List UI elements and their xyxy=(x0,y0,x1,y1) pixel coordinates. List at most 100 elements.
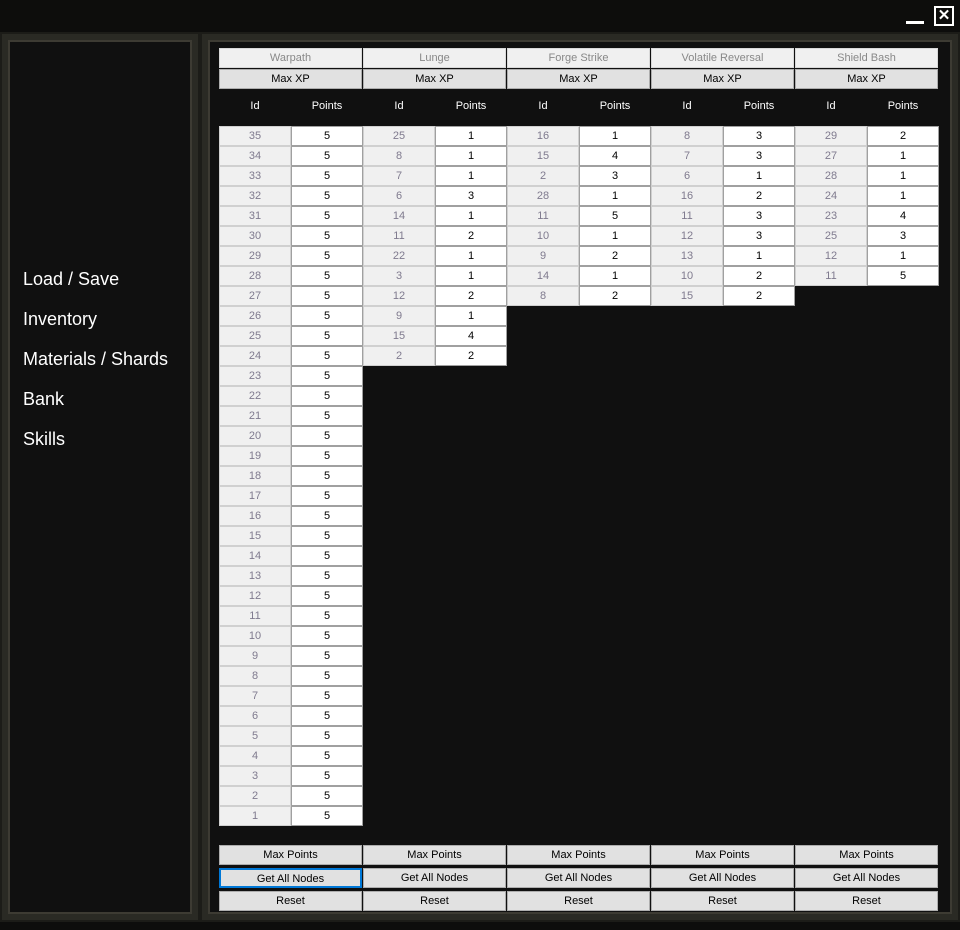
node-points-input[interactable]: 4 xyxy=(579,146,651,166)
node-points-input[interactable]: 5 xyxy=(291,566,363,586)
reset-button[interactable]: Reset xyxy=(219,891,362,911)
node-points-input[interactable]: 1 xyxy=(435,206,507,226)
node-points-input[interactable]: 2 xyxy=(435,346,507,366)
node-points-input[interactable]: 5 xyxy=(291,306,363,326)
node-points-input[interactable]: 1 xyxy=(435,246,507,266)
node-points-input[interactable]: 5 xyxy=(291,406,363,426)
node-points-input[interactable]: 5 xyxy=(291,486,363,506)
node-points-input[interactable]: 1 xyxy=(435,166,507,186)
node-points-input[interactable]: 5 xyxy=(291,186,363,206)
max-xp-button[interactable]: Max XP xyxy=(651,69,794,89)
node-points-input[interactable]: 5 xyxy=(291,546,363,566)
node-points-input[interactable]: 5 xyxy=(291,466,363,486)
reset-button[interactable]: Reset xyxy=(795,891,938,911)
node-points-input[interactable]: 5 xyxy=(291,426,363,446)
node-points-input[interactable]: 1 xyxy=(435,126,507,146)
nav-bank[interactable]: Bank xyxy=(23,389,64,410)
node-points-input[interactable]: 1 xyxy=(867,146,939,166)
node-points-input[interactable]: 5 xyxy=(291,526,363,546)
node-points-input[interactable]: 5 xyxy=(291,346,363,366)
node-points-input[interactable]: 4 xyxy=(435,326,507,346)
node-points-input[interactable]: 1 xyxy=(867,246,939,266)
reset-button[interactable]: Reset xyxy=(651,891,794,911)
node-points-input[interactable]: 1 xyxy=(435,146,507,166)
node-points-input[interactable]: 3 xyxy=(435,186,507,206)
max-points-button[interactable]: Max Points xyxy=(219,845,362,865)
node-points-input[interactable]: 2 xyxy=(579,246,651,266)
node-points-input[interactable]: 5 xyxy=(867,266,939,286)
nav-load-save[interactable]: Load / Save xyxy=(23,269,119,290)
node-points-input[interactable]: 5 xyxy=(291,666,363,686)
node-points-input[interactable]: 5 xyxy=(291,126,363,146)
nav-skills[interactable]: Skills xyxy=(23,429,65,450)
node-points-input[interactable]: 5 xyxy=(291,686,363,706)
node-points-input[interactable]: 3 xyxy=(867,226,939,246)
node-points-input[interactable]: 5 xyxy=(291,446,363,466)
node-points-input[interactable]: 5 xyxy=(291,206,363,226)
max-xp-button[interactable]: Max XP xyxy=(219,69,362,89)
max-xp-button[interactable]: Max XP xyxy=(795,69,938,89)
node-points-input[interactable]: 5 xyxy=(291,286,363,306)
get-all-nodes-button[interactable]: Get All Nodes xyxy=(363,868,506,888)
nav-inventory[interactable]: Inventory xyxy=(23,309,97,330)
node-points-input[interactable]: 3 xyxy=(723,126,795,146)
node-points-input[interactable]: 5 xyxy=(291,766,363,786)
node-points-input[interactable]: 2 xyxy=(867,126,939,146)
max-xp-button[interactable]: Max XP xyxy=(363,69,506,89)
max-points-button[interactable]: Max Points xyxy=(363,845,506,865)
node-points-input[interactable]: 5 xyxy=(291,266,363,286)
get-all-nodes-button[interactable]: Get All Nodes xyxy=(795,868,938,888)
node-points-input[interactable]: 4 xyxy=(867,206,939,226)
node-points-input[interactable]: 1 xyxy=(579,126,651,146)
reset-button[interactable]: Reset xyxy=(363,891,506,911)
node-points-input[interactable]: 1 xyxy=(435,306,507,326)
max-points-button[interactable]: Max Points xyxy=(795,845,938,865)
node-points-input[interactable]: 5 xyxy=(291,646,363,666)
node-points-input[interactable]: 2 xyxy=(435,286,507,306)
node-points-input[interactable]: 5 xyxy=(291,806,363,826)
close-button[interactable]: ✕ xyxy=(934,6,954,26)
node-points-input[interactable]: 2 xyxy=(579,286,651,306)
max-points-button[interactable]: Max Points xyxy=(507,845,650,865)
node-points-input[interactable]: 1 xyxy=(579,186,651,206)
node-points-input[interactable]: 5 xyxy=(291,746,363,766)
node-points-input[interactable]: 5 xyxy=(291,366,363,386)
node-points-input[interactable]: 2 xyxy=(723,186,795,206)
node-points-input[interactable]: 5 xyxy=(291,506,363,526)
node-points-input[interactable]: 3 xyxy=(723,146,795,166)
node-points-input[interactable]: 5 xyxy=(291,606,363,626)
node-points-input[interactable]: 1 xyxy=(723,246,795,266)
node-points-input[interactable]: 5 xyxy=(579,206,651,226)
node-points-input[interactable]: 5 xyxy=(291,386,363,406)
node-points-input[interactable]: 1 xyxy=(867,186,939,206)
node-points-input[interactable]: 5 xyxy=(291,726,363,746)
node-points-input[interactable]: 3 xyxy=(579,166,651,186)
node-points-input[interactable]: 5 xyxy=(291,706,363,726)
node-points-input[interactable]: 3 xyxy=(723,226,795,246)
node-points-input[interactable]: 1 xyxy=(579,266,651,286)
node-points-input[interactable]: 3 xyxy=(723,206,795,226)
node-points-input[interactable]: 1 xyxy=(435,266,507,286)
node-points-input[interactable]: 5 xyxy=(291,166,363,186)
node-points-input[interactable]: 5 xyxy=(291,326,363,346)
node-points-input[interactable]: 5 xyxy=(291,586,363,606)
node-points-input[interactable]: 1 xyxy=(579,226,651,246)
node-points-input[interactable]: 2 xyxy=(435,226,507,246)
minimize-button[interactable] xyxy=(904,8,926,24)
node-points-input[interactable]: 5 xyxy=(291,146,363,166)
node-points-input[interactable]: 5 xyxy=(291,786,363,806)
nav-materials-shards[interactable]: Materials / Shards xyxy=(23,349,168,370)
node-points-input[interactable]: 5 xyxy=(291,226,363,246)
node-points-input[interactable]: 1 xyxy=(867,166,939,186)
get-all-nodes-button[interactable]: Get All Nodes xyxy=(219,868,362,888)
max-xp-button[interactable]: Max XP xyxy=(507,69,650,89)
node-points-input[interactable]: 2 xyxy=(723,286,795,306)
node-points-input[interactable]: 1 xyxy=(723,166,795,186)
node-points-input[interactable]: 5 xyxy=(291,626,363,646)
node-points-input[interactable]: 2 xyxy=(723,266,795,286)
get-all-nodes-button[interactable]: Get All Nodes xyxy=(507,868,650,888)
get-all-nodes-button[interactable]: Get All Nodes xyxy=(651,868,794,888)
reset-button[interactable]: Reset xyxy=(507,891,650,911)
node-points-input[interactable]: 5 xyxy=(291,246,363,266)
max-points-button[interactable]: Max Points xyxy=(651,845,794,865)
